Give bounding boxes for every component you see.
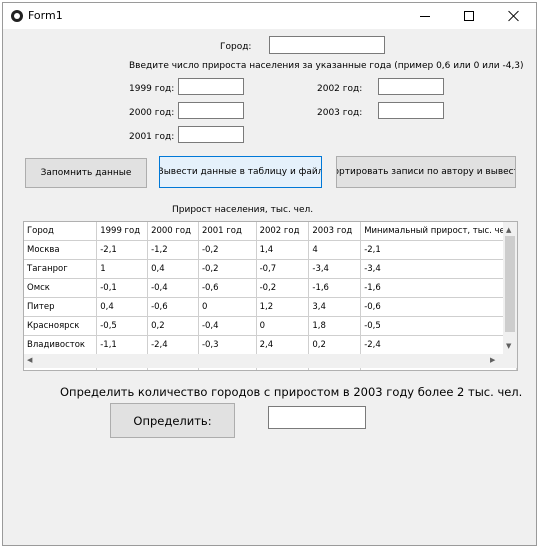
table-cell[interactable]: Омск bbox=[24, 278, 98, 298]
table-cell[interactable]: Питер bbox=[24, 297, 98, 317]
minimize-button[interactable] bbox=[403, 3, 447, 29]
data-grid[interactable]: Город 1999 год 2000 год 2001 год 2002 год 200… bbox=[23, 221, 518, 371]
table-cell[interactable]: 0,2 bbox=[147, 316, 199, 336]
table-cell[interactable]: -3,4 bbox=[308, 259, 362, 279]
table-cell[interactable]: Красноярск bbox=[24, 316, 98, 336]
year-1999-input[interactable] bbox=[178, 78, 244, 95]
table-cell[interactable]: -2,4 bbox=[360, 335, 517, 355]
column-header[interactable]: 2003 год bbox=[308, 222, 362, 241]
table-row[interactable]: Омск -0,1 -0,4 -0,6 -0,2 -1,6 -1,6 bbox=[24, 278, 517, 298]
vertical-scrollbar[interactable]: ▲ ▼ bbox=[503, 222, 517, 354]
question-text: Определить количество городов с приросто… bbox=[60, 385, 523, 399]
table-cell[interactable]: -0,7 bbox=[256, 259, 310, 279]
table-cell[interactable]: 0 bbox=[256, 316, 310, 336]
table-cell[interactable]: -1,2 bbox=[147, 240, 199, 260]
table-cell[interactable]: -1,6 bbox=[308, 278, 362, 298]
table-cell[interactable]: 1,4 bbox=[256, 240, 310, 260]
table-cell[interactable]: -1,1 bbox=[96, 335, 149, 355]
year-2001-label: 2001 год: bbox=[129, 132, 175, 142]
table-cell[interactable]: 3,4 bbox=[308, 297, 362, 317]
year-2000-label: 2000 год: bbox=[129, 108, 175, 118]
table-cell[interactable]: Таганрог bbox=[24, 259, 98, 279]
table-cell[interactable]: -2,4 bbox=[147, 335, 199, 355]
table-cell[interactable]: -1,6 bbox=[360, 278, 517, 298]
table-cell[interactable]: -0,6 bbox=[360, 297, 517, 317]
table-cell[interactable]: 0,4 bbox=[147, 259, 199, 279]
data-table: Город 1999 год 2000 год 2001 год 2002 год 200… bbox=[24, 222, 517, 370]
table-cell[interactable]: -0,2 bbox=[198, 240, 257, 260]
year-2002-input[interactable] bbox=[378, 78, 444, 95]
table-cell[interactable]: -0,6 bbox=[147, 297, 199, 317]
table-caption: Прирост населения, тыс. чел. bbox=[172, 205, 314, 215]
save-data-button[interactable]: Запомнить данные bbox=[25, 158, 147, 188]
table-cell[interactable]: -0,3 bbox=[198, 335, 257, 355]
column-header[interactable]: Минимальный прирост, тыс. чел. bbox=[360, 222, 517, 241]
year-2002-label: 2002 год: bbox=[317, 84, 363, 94]
table-cell[interactable]: -2,1 bbox=[360, 240, 517, 260]
result-input[interactable] bbox=[268, 406, 366, 429]
sort-button[interactable]: Сортировать записи по автору и вывести bbox=[336, 156, 516, 188]
city-label: Город: bbox=[220, 42, 252, 52]
table-cell[interactable]: 1 bbox=[96, 259, 149, 279]
app-icon bbox=[11, 10, 23, 22]
table-cell[interactable]: -0,2 bbox=[256, 278, 310, 298]
instruction-text: Введите число прироста населения за указ… bbox=[129, 61, 524, 71]
table-cell[interactable]: -3,4 bbox=[360, 259, 517, 279]
table-cell[interactable]: Москва bbox=[24, 240, 98, 260]
table-cell[interactable]: 1,8 bbox=[308, 316, 362, 336]
table-row[interactable]: Красноярск -0,5 0,2 -0,4 0 1,8 -0,5 bbox=[24, 316, 517, 336]
year-1999-label: 1999 год: bbox=[129, 84, 175, 94]
table-row[interactable]: Таганрог 1 0,4 -0,2 -0,7 -3,4 -3,4 bbox=[24, 259, 517, 279]
table-header-row: Город 1999 год 2000 год 2001 год 2002 год 200… bbox=[24, 222, 517, 241]
horizontal-scrollbar[interactable]: ◀ ▶ bbox=[24, 354, 503, 368]
table-row[interactable]: Владивосток -1,1 -2,4 -0,3 2,4 0,2 -2,4 bbox=[24, 335, 517, 355]
table-cell[interactable]: 0,4 bbox=[96, 297, 149, 317]
title-bar: Form1 bbox=[3, 3, 536, 29]
table-cell[interactable]: -0,4 bbox=[147, 278, 199, 298]
table-row[interactable]: Питер 0,4 -0,6 0 1,2 3,4 -0,6 bbox=[24, 297, 517, 317]
table-cell[interactable]: -0,6 bbox=[198, 278, 257, 298]
column-header[interactable]: Город bbox=[24, 222, 98, 241]
year-2003-label: 2003 год: bbox=[317, 108, 363, 118]
table-cell[interactable]: -2,1 bbox=[96, 240, 149, 260]
scrollbar-corner bbox=[503, 354, 517, 368]
year-2000-input[interactable] bbox=[178, 102, 244, 119]
table-cell[interactable]: -0,4 bbox=[198, 316, 257, 336]
close-button[interactable] bbox=[491, 3, 535, 29]
table-cell[interactable]: 1,2 bbox=[256, 297, 310, 317]
scroll-left-icon[interactable]: ◀ bbox=[27, 356, 32, 364]
city-input[interactable] bbox=[269, 36, 385, 54]
main-window: Form1 Город: Введите число прироста насе… bbox=[2, 2, 537, 546]
year-2001-input[interactable] bbox=[178, 126, 244, 143]
table-cell[interactable]: -0,2 bbox=[198, 259, 257, 279]
window-title: Form1 bbox=[28, 9, 63, 22]
table-cell[interactable]: 4 bbox=[308, 240, 362, 260]
scroll-right-icon[interactable]: ▶ bbox=[490, 356, 495, 364]
column-header[interactable]: 2000 год bbox=[147, 222, 199, 241]
maximize-button[interactable] bbox=[447, 3, 491, 29]
column-header[interactable]: 2002 год bbox=[256, 222, 310, 241]
scroll-up-icon[interactable]: ▲ bbox=[506, 226, 511, 234]
table-cell[interactable]: -0,5 bbox=[360, 316, 517, 336]
output-table-file-button[interactable]: Вывести данные в таблицу и файл bbox=[159, 156, 322, 188]
table-cell[interactable]: 0,2 bbox=[308, 335, 362, 355]
vertical-scroll-thumb[interactable] bbox=[505, 236, 515, 332]
table-cell[interactable]: 2,4 bbox=[256, 335, 310, 355]
table-cell[interactable]: Владивосток bbox=[24, 335, 98, 355]
table-cell[interactable]: -0,1 bbox=[96, 278, 149, 298]
column-header[interactable]: 2001 год bbox=[198, 222, 257, 241]
scroll-down-icon[interactable]: ▼ bbox=[506, 342, 511, 350]
column-header[interactable]: 1999 год bbox=[96, 222, 149, 241]
table-row[interactable]: Москва -2,1 -1,2 -0,2 1,4 4 -2,1 bbox=[24, 240, 517, 260]
determine-button[interactable]: Определить: bbox=[110, 403, 235, 438]
table-cell[interactable]: -0,5 bbox=[96, 316, 149, 336]
year-2003-input[interactable] bbox=[378, 102, 444, 119]
table-cell[interactable]: 0 bbox=[198, 297, 257, 317]
